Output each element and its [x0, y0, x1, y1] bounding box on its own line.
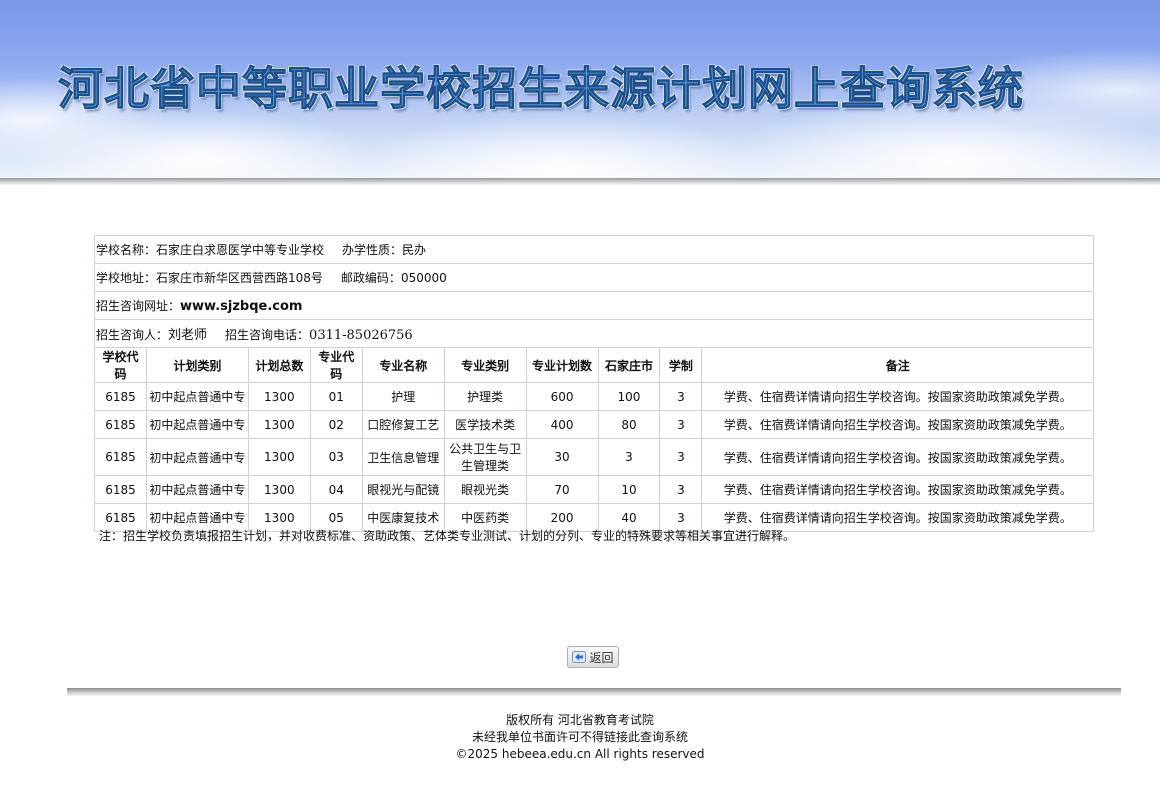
cell-plan-total: 1300	[247, 438, 311, 476]
header-school-code: 学校代码	[94, 347, 147, 383]
website-value: www.sjzbqe.com	[180, 299, 303, 314]
school-name: 石家庄白求恩医学中等专业学校	[156, 243, 325, 257]
header-major-name: 专业名称	[361, 347, 445, 383]
cell-major-plan: 30	[525, 438, 599, 476]
phone-label: 招生咨询电话：	[225, 328, 310, 342]
postcode: 050000	[400, 271, 447, 285]
website-label: 招生咨询网址：	[96, 299, 181, 313]
school-address: 石家庄市新华区西营西路108号	[156, 271, 323, 285]
header-banner: 河北省中等职业学校招生来源计划网上查询系统	[0, 0, 1160, 180]
cell-school-code: 6185	[94, 382, 147, 411]
back-button-label: 返回	[589, 650, 614, 665]
table-header-row: 学校代码 计划类别 计划总数 专业代码 专业名称 专业类别 专业计划数 石家庄市…	[94, 347, 1094, 383]
postcode-label: 邮政编码：	[340, 271, 401, 285]
header-major-plan: 专业计划数	[525, 347, 599, 383]
header-remarks: 备注	[701, 347, 1094, 383]
banner-divider	[0, 178, 1160, 186]
cell-school-code: 6185	[94, 438, 147, 476]
cell-remarks: 学费、住宿费详情请向招生学校咨询。按国家资助政策减免学费。	[701, 475, 1094, 504]
school-nature-label: 办学性质：	[342, 243, 403, 257]
cell-duration: 3	[659, 475, 703, 504]
cell-major-name: 护理	[361, 382, 445, 411]
cell-duration: 3	[659, 438, 703, 476]
table-row: 6185 初中起点普通中专 1300 02 口腔修复工艺 医学技术类 400 8…	[94, 410, 1094, 439]
cell-plan-total: 1300	[247, 410, 311, 439]
header-major-code: 专业代码	[309, 347, 363, 383]
cell-major-plan: 600	[525, 382, 599, 411]
cell-major-plan: 70	[525, 475, 599, 504]
school-nature: 民办	[402, 243, 427, 257]
cell-major-category: 眼视光类	[443, 475, 527, 504]
cell-major-category: 护理类	[443, 382, 527, 411]
cell-major-code: 03	[309, 438, 363, 476]
cell-major-code: 01	[309, 382, 363, 411]
school-name-row: 学校名称：石家庄白求恩医学中等专业学校 办学性质：民办	[94, 235, 1094, 264]
cell-major-category: 公共卫生与卫生管理类	[443, 438, 527, 476]
cell-plan-total: 1300	[247, 382, 311, 411]
school-plan-table: 学校名称：石家庄白求恩医学中等专业学校 办学性质：民办 学校地址：石家庄市新华区西…	[94, 235, 1094, 532]
cell-major-plan: 400	[525, 410, 599, 439]
cell-remarks: 学费、住宿费详情请向招生学校咨询。按国家资助政策减免学费。	[701, 410, 1094, 439]
cell-shijiazhuang: 100	[597, 382, 661, 411]
header-plan-total: 计划总数	[247, 347, 311, 383]
back-arrow-icon	[572, 651, 587, 663]
cell-shijiazhuang: 80	[597, 410, 661, 439]
cell-plan-type: 初中起点普通中专	[145, 438, 249, 476]
cell-remarks: 学费、住宿费详情请向招生学校咨询。按国家资助政策减免学费。	[701, 382, 1094, 411]
cell-major-name: 眼视光与配镜	[361, 475, 445, 504]
site-title: 河北省中等职业学校招生来源计划网上查询系统	[57, 62, 1025, 116]
cell-plan-type: 初中起点普通中专	[145, 382, 249, 411]
cell-plan-type: 初中起点普通中专	[145, 410, 249, 439]
footer-divider	[67, 688, 1121, 696]
school-address-label: 学校地址：	[96, 271, 157, 285]
header-duration: 学制	[659, 347, 703, 383]
table-row: 6185 初中起点普通中专 1300 04 眼视光与配镜 眼视光类 70 10 …	[94, 475, 1094, 504]
cell-major-name: 卫生信息管理	[361, 438, 445, 476]
cell-remarks: 学费、住宿费详情请向招生学校咨询。按国家资助政策减免学费。	[701, 438, 1094, 476]
footer-warning: 未经我单位书面许可不得链接此查询系统	[471, 730, 688, 744]
footer: 版权所有 河北省教育考试院 未经我单位书面许可不得链接此查询系统 ©2025 h…	[0, 712, 1160, 763]
cell-school-code: 6185	[94, 475, 147, 504]
contact-person: 刘老师	[168, 328, 208, 343]
cell-major-name: 口腔修复工艺	[361, 410, 445, 439]
header-plan-type: 计划类别	[145, 347, 249, 383]
footer-copyright: 版权所有 河北省教育考试院	[506, 713, 654, 727]
cell-plan-total: 1300	[247, 475, 311, 504]
contact-row: 招生咨询人：刘老师 招生咨询电话：0311-85026756	[94, 319, 1094, 348]
cell-shijiazhuang: 10	[597, 475, 661, 504]
cell-major-code: 04	[309, 475, 363, 504]
footnote: 注：招生学校负责填报招生计划，并对收费标准、资助政策、艺体类专业测试、计划的分列…	[99, 529, 796, 543]
back-button[interactable]: 返回	[567, 646, 619, 668]
website-row: 招生咨询网址：www.sjzbqe.com	[94, 291, 1094, 320]
cell-duration: 3	[659, 410, 703, 439]
cell-major-category: 医学技术类	[443, 410, 527, 439]
table-row: 6185 初中起点普通中专 1300 01 护理 护理类 600 100 3 学…	[94, 382, 1094, 411]
table-row: 6185 初中起点普通中专 1300 03 卫生信息管理 公共卫生与卫生管理类 …	[94, 438, 1094, 476]
phone-number: 0311-85026756	[309, 328, 413, 343]
footer-rights: ©2025 hebeea.edu.cn All rights reserved	[455, 747, 705, 761]
header-shijiazhuang: 石家庄市	[597, 347, 661, 383]
header-major-category: 专业类别	[443, 347, 527, 383]
contact-label: 招生咨询人：	[96, 328, 169, 342]
cell-major-code: 02	[309, 410, 363, 439]
cell-school-code: 6185	[94, 410, 147, 439]
school-name-label: 学校名称：	[96, 243, 157, 257]
cell-plan-type: 初中起点普通中专	[145, 475, 249, 504]
school-address-row: 学校地址：石家庄市新华区西营西路108号 邮政编码：050000	[94, 263, 1094, 292]
cell-shijiazhuang: 3	[597, 438, 661, 476]
cell-duration: 3	[659, 382, 703, 411]
